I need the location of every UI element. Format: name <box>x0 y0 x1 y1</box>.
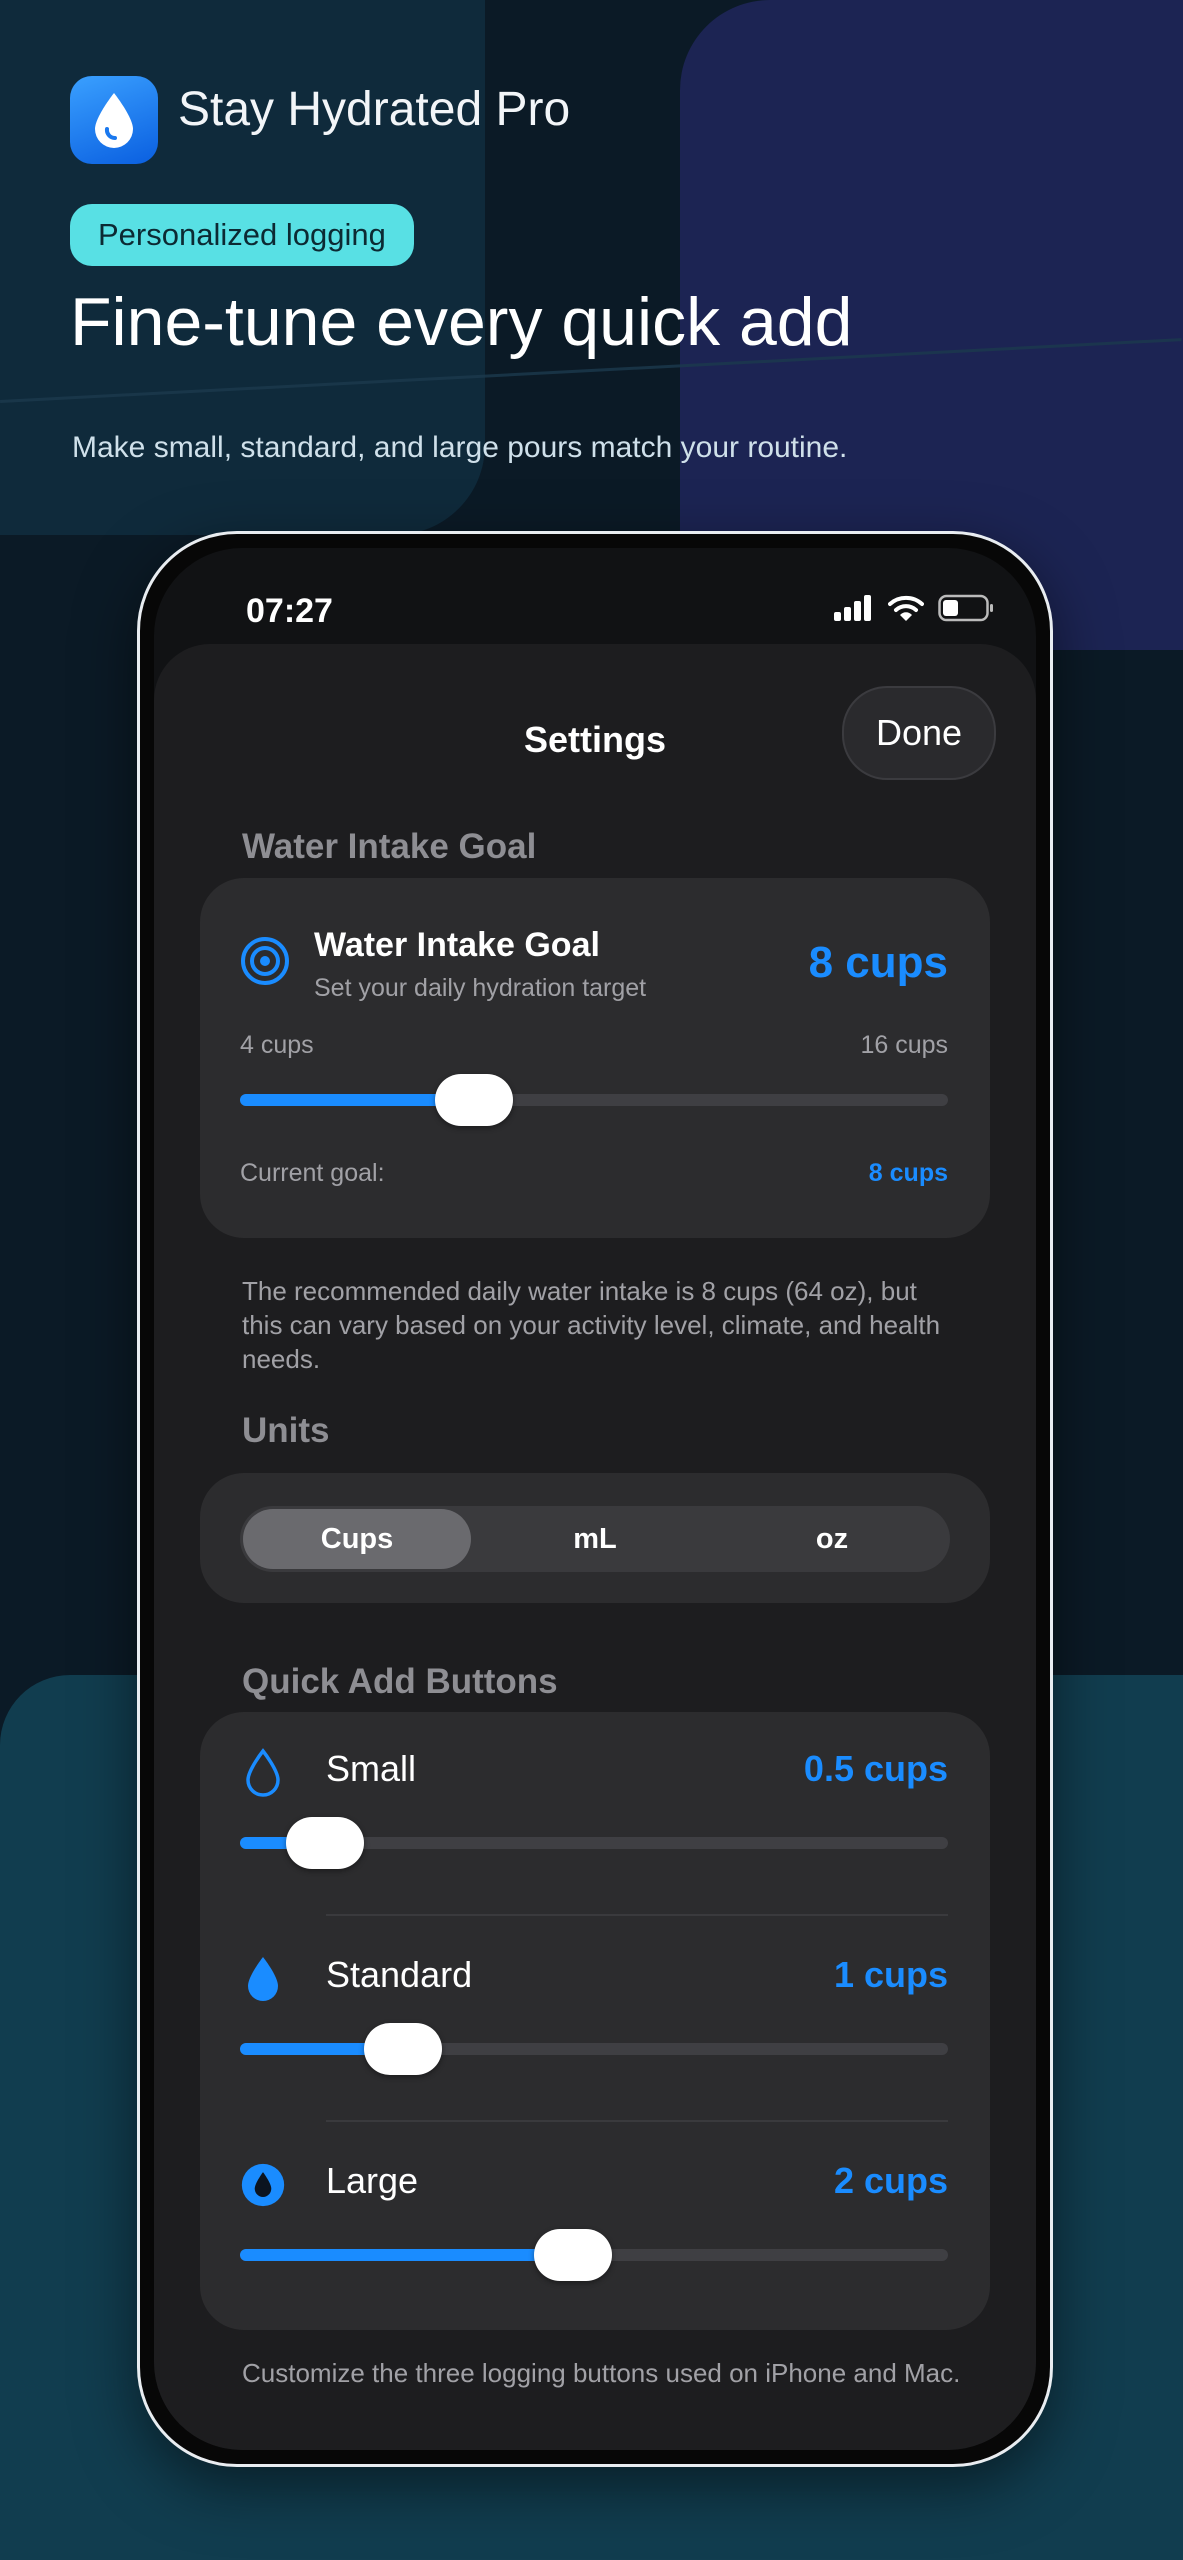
units-option-oz[interactable]: oz <box>718 1509 946 1569</box>
quick-add-label: Large <box>326 2160 419 2201</box>
droplet-outline-icon <box>246 1748 280 1797</box>
quick-add-note: Customize the three logging buttons used… <box>242 2358 961 2388</box>
droplet-circle-icon <box>241 2163 285 2207</box>
done-button[interactable]: Done <box>842 686 996 780</box>
feature-pill: Personalized logging <box>70 204 414 266</box>
quick-add-card: Small 0.5 cups Standard 1 cups Large 2 c… <box>200 1712 990 2330</box>
goal-max-label: 16 cups <box>860 1031 948 1059</box>
target-icon <box>241 937 289 985</box>
app-name: Stay Hydrated Pro <box>178 83 571 136</box>
droplet-filled-icon <box>248 1957 278 2001</box>
wifi-icon <box>888 595 924 621</box>
signal-icon <box>834 595 871 621</box>
app-icon <box>70 76 158 164</box>
quick-add-label: Standard <box>326 1954 473 1995</box>
quick-add-row-standard: Standard 1 cups <box>200 1918 990 2124</box>
slider-thumb[interactable] <box>285 1817 364 1869</box>
units-option-cups[interactable]: Cups <box>243 1509 471 1569</box>
slider-thumb[interactable] <box>533 2229 612 2281</box>
quick-add-row-small: Small 0.5 cups <box>200 1712 990 1918</box>
section-header-goal: Water Intake Goal <box>242 827 537 866</box>
goal-note: The recommended daily water intake is 8 … <box>242 1276 941 1374</box>
goal-title: Water Intake Goal <box>314 926 600 964</box>
units-card: Cups mL oz <box>200 1473 990 1603</box>
section-header-units: Units <box>242 1411 330 1450</box>
units-segmented-control: Cups mL oz <box>240 1506 950 1572</box>
slider-fill <box>240 2249 573 2261</box>
goal-min-label: 4 cups <box>240 1031 314 1059</box>
goal-slider[interactable] <box>240 1074 948 1126</box>
droplet-icon <box>95 93 133 148</box>
phone-screen: 07:27 Settings Done Water Intake Goal Wa… <box>154 548 1036 2450</box>
slider-thumb[interactable] <box>363 2023 442 2075</box>
quick-add-value: 2 cups <box>833 2160 948 2201</box>
goal-value: 8 cups <box>808 938 948 987</box>
goal-subtitle: Set your daily hydration target <box>314 974 647 1002</box>
current-goal-value: 8 cups <box>868 1159 948 1187</box>
goal-slider-thumb[interactable] <box>434 1074 513 1126</box>
quick-add-value: 1 cups <box>833 1954 948 1995</box>
units-option-ml[interactable]: mL <box>481 1509 709 1569</box>
settings-sheet: Settings Done Water Intake Goal Water In… <box>154 644 1036 2450</box>
subline: Make small, standard, and large pours ma… <box>72 431 848 464</box>
phone-frame: 07:27 Settings Done Water Intake Goal Wa… <box>137 531 1053 2467</box>
goal-card: Water Intake Goal Set your daily hydrati… <box>200 878 990 1238</box>
current-goal-label: Current goal: <box>240 1159 385 1187</box>
quick-add-slider-large[interactable] <box>240 2229 948 2281</box>
battery-icon <box>938 594 993 622</box>
section-header-quick-add: Quick Add Buttons <box>242 1662 558 1701</box>
row-divider <box>326 1914 948 1916</box>
quick-add-slider-standard[interactable] <box>240 2023 948 2075</box>
quick-add-row-large: Large 2 cups <box>200 2124 990 2330</box>
quick-add-value: 0.5 cups <box>803 1748 948 1789</box>
headline: Fine-tune every quick add <box>70 284 853 360</box>
status-time: 07:27 <box>246 592 333 630</box>
quick-add-label: Small <box>326 1748 417 1789</box>
quick-add-slider-small[interactable] <box>240 1817 948 1869</box>
row-divider <box>326 2120 948 2122</box>
status-icons <box>834 594 994 622</box>
